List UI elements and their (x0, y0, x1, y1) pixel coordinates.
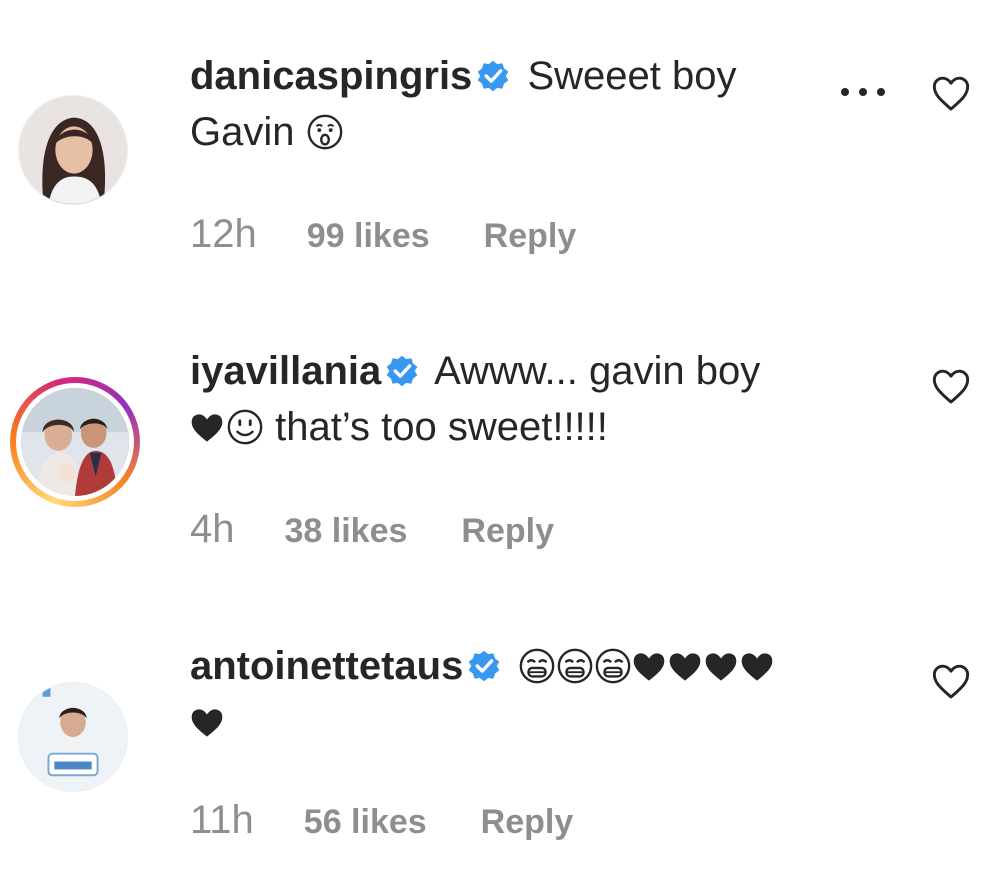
comment-likes[interactable]: 99 likes (307, 217, 430, 256)
comment-time[interactable]: 12h (190, 212, 257, 257)
reply-button[interactable]: Reply (461, 512, 554, 551)
comment-body: antoinettetaus (190, 638, 830, 750)
avatar[interactable] (10, 377, 140, 507)
comment-meta: 4h 38 likes Reply (190, 507, 554, 552)
reply-button[interactable]: Reply (484, 217, 577, 256)
comment-text: Sweeet boy (527, 54, 737, 98)
reply-button[interactable]: Reply (481, 803, 574, 842)
heart-outline-icon[interactable] (930, 662, 972, 702)
comment-time[interactable]: 11h (190, 798, 254, 843)
smiling-face-icon (226, 408, 264, 446)
avatar[interactable] (18, 95, 128, 205)
loudly-crying-face-icon (518, 647, 556, 685)
comment-item: antoinettetaus 11h 56 likes Reply (0, 590, 1000, 880)
comment-body: iyavillania Awww... gavin boy that’s too… (190, 343, 830, 455)
black-heart-icon (668, 651, 702, 683)
black-heart-icon (704, 651, 738, 683)
black-heart-icon (632, 651, 666, 683)
comment-text: Gavin (190, 110, 295, 154)
comment-text: that’s too sweet!!!!! (275, 405, 608, 449)
comment-meta: 11h 56 likes Reply (190, 798, 573, 843)
verified-badge-icon (467, 649, 501, 683)
comment-meta: 12h 99 likes Reply (190, 212, 576, 257)
black-heart-icon (190, 412, 224, 444)
comment-item: iyavillania Awww... gavin boy that’s too… (0, 295, 1000, 585)
more-options-button[interactable] (836, 82, 892, 102)
comment-likes[interactable]: 38 likes (285, 512, 408, 551)
loudly-crying-face-icon (594, 647, 632, 685)
black-heart-icon (190, 707, 224, 739)
verified-badge-icon (476, 59, 510, 93)
verified-badge-icon (385, 354, 419, 388)
comment-text: Awww... gavin boy (434, 349, 761, 393)
heart-outline-icon[interactable] (930, 74, 972, 114)
comment-body: danicaspingris Sweeet boy Gavin (190, 48, 830, 160)
astonished-face-icon (306, 113, 344, 151)
comment-time[interactable]: 4h (190, 507, 235, 552)
heart-outline-icon[interactable] (930, 367, 972, 407)
comment-item: danicaspingris Sweeet boy Gavin 12h 99 li… (0, 0, 1000, 290)
comment-username[interactable]: danicaspingris (190, 54, 472, 98)
black-heart-icon (740, 651, 774, 683)
comment-username[interactable]: antoinettetaus (190, 644, 463, 688)
comment-likes[interactable]: 56 likes (304, 803, 427, 842)
comment-username[interactable]: iyavillania (190, 349, 381, 393)
avatar[interactable] (18, 682, 128, 792)
loudly-crying-face-icon (556, 647, 594, 685)
